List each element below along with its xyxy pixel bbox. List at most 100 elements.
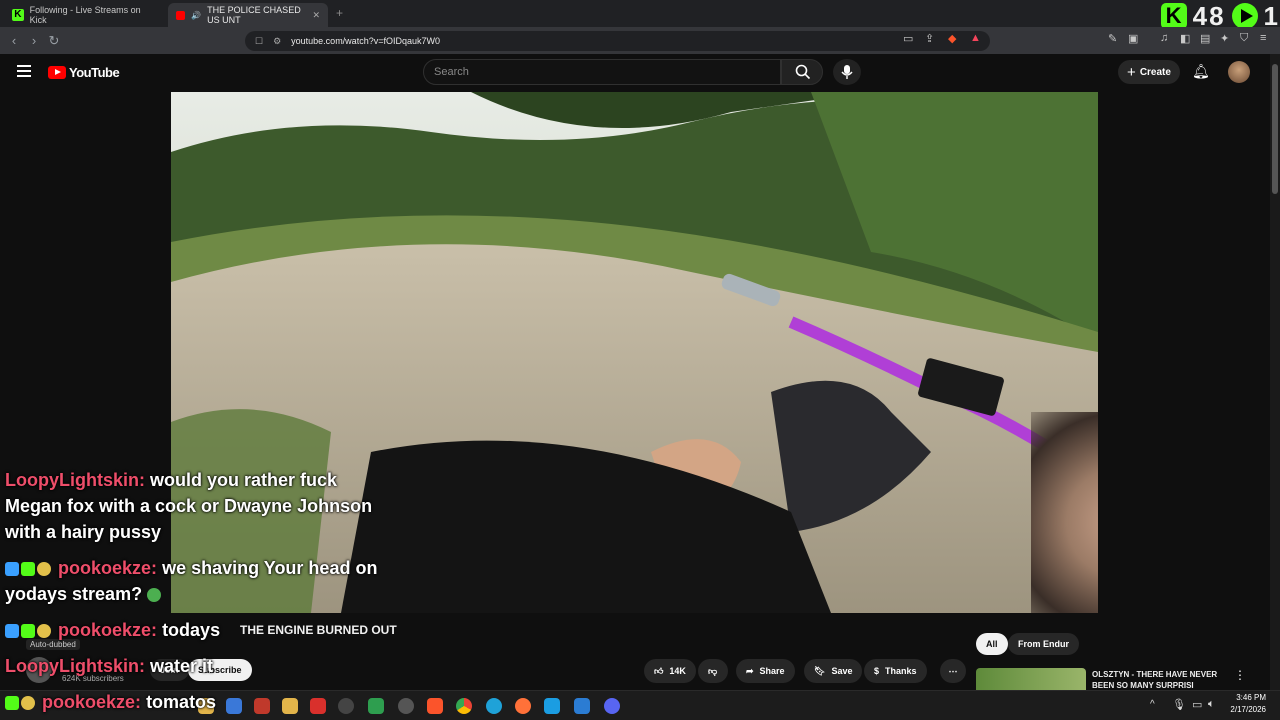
chrome-icon[interactable] [456, 698, 472, 714]
address-bar[interactable]: ☐ ⚙ youtube.com/watch?v=fOIDqauk7W0 [245, 31, 990, 51]
forward-icon[interactable]: › [24, 33, 44, 48]
pepe-emote-icon [147, 588, 162, 602]
chat-username: pookoekze: [58, 558, 158, 578]
shield-app-icon[interactable] [368, 698, 384, 714]
dislike-button[interactable]: 👎︎ [698, 659, 728, 683]
app-icon[interactable] [254, 698, 270, 714]
discord-icon[interactable] [604, 698, 620, 714]
kick-viewer-overlay: K 48 1 [1160, 1, 1280, 31]
hamburger-menu-icon[interactable] [17, 65, 31, 77]
share-button[interactable]: ➦ Share [736, 659, 795, 683]
voice-search-button[interactable] [833, 59, 861, 85]
share-icon: ➦ [746, 665, 754, 676]
chat-message: pookoekze: todays [5, 617, 220, 643]
bookmark-icon[interactable]: ☐ [255, 36, 263, 47]
chat-username: LoopyLightskin: [5, 656, 145, 676]
thanks-icon: $ [874, 666, 880, 676]
og-badge-icon [21, 624, 35, 638]
chat-message: LoopyLightskin: water it [5, 656, 214, 676]
tab-kick-following[interactable]: K Following - Live Streams on Kick [4, 3, 164, 27]
microphone-tray-icon[interactable]: 🎙︎ [1172, 698, 1186, 711]
microphone-icon [841, 65, 853, 79]
cast-icon[interactable]: ▭ [903, 32, 913, 45]
reload-icon[interactable]: ↻ [44, 33, 64, 49]
chat-message: pookoekze: tomatos [5, 689, 216, 715]
url-text: youtube.com/watch?v=fOIDqauk7W0 [291, 36, 440, 46]
browser-toolbar: ‹ › ↻ ☐ ⚙ youtube.com/watch?v=fOIDqauk7W… [0, 27, 1280, 54]
thanks-button[interactable]: $ Thanks [864, 659, 927, 683]
kick-favicon-icon: K [12, 9, 24, 21]
vpn-icon[interactable]: ⛉ [1240, 32, 1248, 45]
firefox-icon[interactable] [515, 698, 531, 714]
sub-badge-icon [37, 562, 51, 576]
tab-title: THE POLICE CHASED US UNT [207, 5, 301, 25]
brave-rewards-icon[interactable]: ▲ [970, 32, 981, 44]
vscode-icon[interactable] [574, 698, 590, 714]
og-badge-icon [5, 696, 19, 710]
browser-tab-bar: K Following - Live Streams on Kick 🔊 THE… [0, 0, 1280, 27]
like-button[interactable]: 👍︎ 14K [644, 659, 696, 683]
chat-message: LoopyLightskin: would you rather fuck Me… [5, 470, 373, 542]
search-icon [795, 64, 811, 80]
save-button[interactable]: 🔖︎ Save [804, 659, 863, 683]
sword-badge-icon [5, 562, 19, 576]
tab-youtube-video[interactable]: 🔊 THE POLICE CHASED US UNT ✕ [168, 3, 328, 27]
video-title: THE ENGINE BURNED OUT [240, 623, 397, 637]
volume-icon[interactable]: 🔈︎ [1208, 698, 1215, 711]
app-icon[interactable] [544, 698, 560, 714]
media-icon[interactable]: ♫ [1160, 32, 1168, 44]
more-actions-button[interactable]: ⋯ [940, 659, 966, 683]
new-tab-button[interactable]: + [336, 6, 343, 20]
chat-username: pookoekze: [42, 692, 142, 712]
more-horizontal-icon: ⋯ [948, 665, 958, 676]
folder-icon[interactable] [282, 698, 298, 714]
kick-play-icon [1231, 3, 1258, 29]
youtube-play-icon [48, 66, 66, 79]
speaker-icon: 🔊 [191, 10, 202, 20]
og-badge-icon [21, 562, 35, 576]
site-info-icon[interactable]: ⚙ [273, 36, 281, 47]
youtube-logo[interactable]: YouTube [48, 65, 120, 80]
screenshot-icon[interactable]: ▣ [1128, 32, 1138, 45]
search-input[interactable]: Search [423, 59, 781, 85]
recommended-video-title[interactable]: OLSZTYN - THERE HAVE NEVER BEEN SO MANY … [1092, 669, 1242, 689]
brave-browser-icon[interactable] [427, 698, 443, 714]
page-scrollbar[interactable] [1270, 54, 1280, 694]
bookmark-icon: 🔖︎ [814, 665, 826, 676]
sub-badge-icon [37, 624, 51, 638]
sidebar-icon[interactable]: ◧ [1180, 32, 1190, 45]
store-icon[interactable] [226, 698, 242, 714]
notifications-bell-icon[interactable]: 🔔︎ [1192, 63, 1210, 80]
clock-app-icon[interactable] [338, 698, 354, 714]
netflix-icon[interactable] [310, 698, 326, 714]
extensions-icon[interactable]: ✎ [1108, 32, 1117, 45]
share-page-icon[interactable]: ⇪ [925, 32, 934, 45]
wallet-icon[interactable]: ▤ [1200, 32, 1210, 45]
kick-logo-icon: K [1160, 3, 1187, 29]
filter-chip-from-channel[interactable]: From Endur [1008, 633, 1079, 655]
search-button[interactable] [781, 59, 823, 85]
obs-icon[interactable] [398, 698, 414, 714]
menu-icon[interactable]: ≡ [1260, 32, 1266, 44]
streamer-webcam [1031, 412, 1098, 613]
thumbs-up-icon: 👍︎ [654, 665, 664, 676]
thumbs-down-icon: 👎︎ [708, 665, 718, 676]
plus-icon: + [1127, 63, 1136, 81]
more-vertical-icon[interactable]: ⋮ [1234, 668, 1246, 682]
sub-badge-icon [21, 696, 35, 710]
edge-icon[interactable] [486, 698, 502, 714]
brave-shield-icon[interactable]: ◆ [948, 32, 956, 45]
close-tab-icon[interactable]: ✕ [312, 10, 320, 21]
leo-ai-icon[interactable]: ✦ [1220, 32, 1229, 45]
system-clock[interactable]: 3:46 PM 2/17/2026 [1230, 692, 1266, 716]
chat-message: pookoekze: we shaving Your head on yoday… [5, 558, 378, 604]
back-icon[interactable]: ‹ [4, 33, 24, 48]
tray-chevron-icon[interactable]: ^ [1150, 699, 1155, 710]
network-icon[interactable]: ▭ [1192, 698, 1202, 711]
create-button[interactable]: + Create [1118, 60, 1180, 84]
recommended-thumbnail[interactable] [976, 668, 1086, 690]
filter-chip-all[interactable]: All [976, 633, 1008, 655]
chat-username: pookoekze: [58, 620, 158, 640]
chat-username: LoopyLightskin: [5, 470, 145, 490]
user-avatar[interactable] [1228, 61, 1250, 83]
